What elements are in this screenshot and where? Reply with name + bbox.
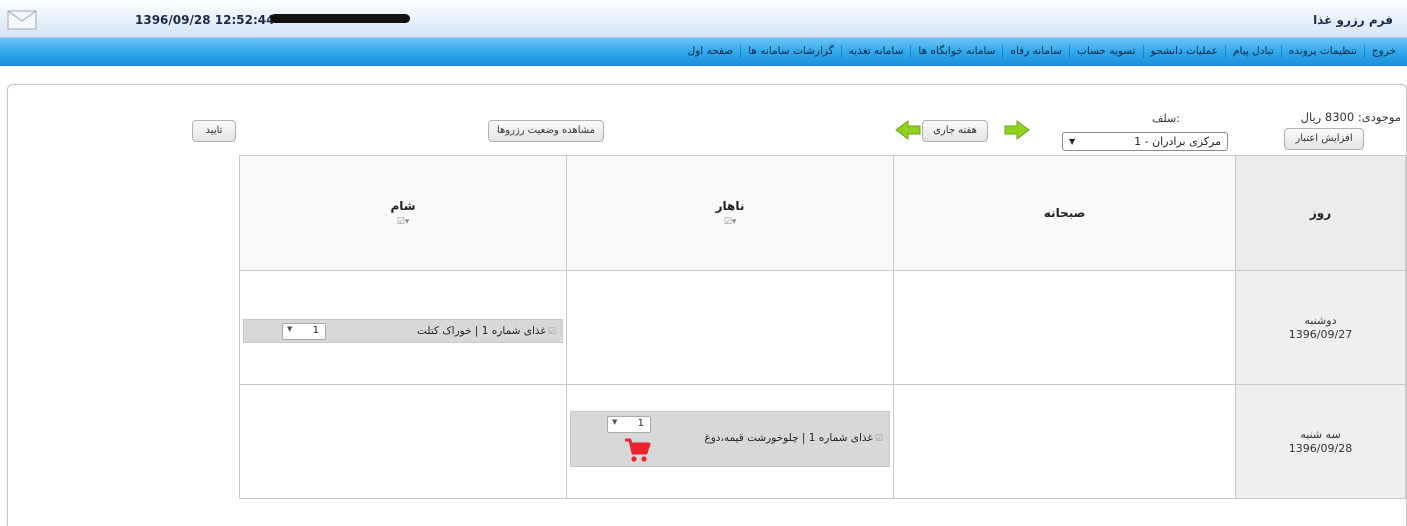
- breakfast-cell: [893, 270, 1236, 385]
- checkbox-icon[interactable]: ☑: [875, 434, 883, 444]
- quantity-select[interactable]: 1 ▼: [282, 323, 326, 340]
- confirm-button[interactable]: تایید: [192, 120, 236, 142]
- balance-label: موجودی:: [1357, 110, 1401, 124]
- select-all-dinner-checkbox[interactable]: ☑▾: [397, 217, 410, 227]
- main-menu: صفحه اول گزارشات سامانه ها سامانه تغذیه …: [681, 38, 1403, 65]
- chevron-down-icon: ▼: [612, 417, 618, 426]
- menu-welfare[interactable]: سامانه رفاه: [1003, 38, 1069, 65]
- menu-divider: [740, 45, 742, 58]
- menu-home[interactable]: صفحه اول: [681, 38, 741, 65]
- shopping-cart-icon[interactable]: [623, 436, 651, 464]
- quantity-value: 1: [637, 417, 644, 429]
- select-all-lunch-checkbox[interactable]: ☑▾: [724, 217, 737, 227]
- lunch-cell: [566, 270, 894, 385]
- meal-item[interactable]: ☑غذای شماره 1 | خوراک کتلت 1 ▼: [243, 319, 563, 343]
- menu-divider: [910, 45, 912, 58]
- menu-reports[interactable]: گزارشات سامانه ها: [741, 38, 840, 65]
- table-row: ☑غذای شماره 1 | خوراک کتلت 1 ▼ دوشنبه 13…: [239, 270, 1406, 385]
- header-breakfast: صبحانه: [893, 155, 1236, 271]
- menu-divider: [1068, 45, 1070, 58]
- current-week-button[interactable]: هفته جاری: [922, 120, 988, 142]
- table-header-row: شام ☑▾ ناهار ☑▾ صبحانه روز: [239, 155, 1406, 271]
- arrow-right-icon[interactable]: [1004, 120, 1030, 140]
- menu-divider: [1363, 45, 1365, 58]
- day-name: دوشنبه: [1304, 314, 1337, 327]
- current-datetime: 1396/09/28 12:52:44: [135, 13, 275, 27]
- menu-divider: [1002, 45, 1004, 58]
- menu-student-operations[interactable]: عملیات دانشجو: [1144, 38, 1226, 65]
- header-day: روز: [1235, 155, 1406, 271]
- checkbox-icon[interactable]: ☑: [548, 327, 556, 337]
- menu-divider: [840, 45, 842, 58]
- mail-icon[interactable]: [7, 10, 37, 30]
- increase-credit-button[interactable]: افزایش اعتبار: [1284, 128, 1364, 150]
- day-date: 1396/09/27: [1288, 328, 1353, 341]
- header-dinner: شام ☑▾: [239, 155, 567, 271]
- breakfast-cell: [893, 384, 1236, 499]
- day-cell: سه شنبه 1396/09/28: [1235, 384, 1406, 499]
- main-menu-bar: صفحه اول گزارشات سامانه ها سامانه تغذیه …: [0, 38, 1407, 66]
- chevron-down-icon: ▼: [287, 325, 293, 333]
- header-lunch: ناهار ☑▾: [566, 155, 894, 271]
- self-select[interactable]: مرکزی برادران - 1 ▼: [1062, 132, 1228, 151]
- arrow-left-icon[interactable]: [895, 120, 921, 140]
- menu-messages[interactable]: تبادل پیام: [1226, 38, 1281, 65]
- self-label: سلف:: [1152, 112, 1180, 125]
- meal-item-text: ☑غذای شماره 1 | خوراک کتلت: [417, 325, 556, 337]
- self-selected-value: مرکزی برادران - 1: [1134, 135, 1221, 148]
- page-title: فرم رزرو غذا: [1313, 13, 1393, 27]
- menu-logout[interactable]: خروج: [1365, 38, 1403, 65]
- menu-profile-settings[interactable]: تنظیمات پرونده: [1282, 38, 1364, 65]
- balance: موجودی: 8300 ریال: [1301, 110, 1401, 124]
- lunch-cell: ☑غذای شماره 1 | چلوخورشت قیمه،دوغ 1 ▼: [566, 384, 894, 499]
- quantity-select[interactable]: 1 ▼: [607, 415, 651, 433]
- day-cell: دوشنبه 1396/09/27: [1235, 270, 1406, 385]
- menu-divider: [1142, 45, 1144, 58]
- chevron-down-icon: ▼: [1069, 137, 1076, 146]
- balance-value: 8300 ریال: [1300, 110, 1355, 124]
- table-row: ☑غذای شماره 1 | چلوخورشت قیمه،دوغ 1 ▼ سه…: [239, 384, 1406, 499]
- meal-item-text: ☑غذای شماره 1 | چلوخورشت قیمه،دوغ: [704, 432, 883, 444]
- menu-dormitory[interactable]: سامانه خوابگاه ها: [911, 38, 1002, 65]
- dinner-cell: ☑غذای شماره 1 | خوراک کتلت 1 ▼: [239, 270, 567, 385]
- header-dinner-label: شام: [390, 199, 416, 213]
- menu-divider: [1280, 45, 1282, 58]
- top-bar: 1396/09/28 12:52:44 فرم رزرو غذا: [0, 0, 1407, 38]
- day-name: سه شنبه: [1300, 428, 1341, 441]
- redacted-username: [270, 14, 410, 23]
- header-lunch-label: ناهار: [715, 199, 745, 213]
- meal-item-label: غذای شماره 1 | چلوخورشت قیمه،دوغ: [704, 431, 873, 444]
- meal-item-label: غذای شماره 1 | خوراک کتلت: [416, 325, 546, 337]
- menu-settlement[interactable]: تسویه حساب: [1070, 38, 1143, 65]
- meal-item[interactable]: ☑غذای شماره 1 | چلوخورشت قیمه،دوغ 1 ▼: [570, 410, 890, 467]
- menu-divider: [1225, 45, 1227, 58]
- dinner-cell: [239, 384, 567, 499]
- view-reservations-button[interactable]: مشاهده وضعیت رزروها: [488, 120, 604, 142]
- menu-nutrition[interactable]: سامانه تغذیه: [842, 38, 911, 65]
- day-date: 1396/09/28: [1288, 442, 1353, 455]
- reservation-table: شام ☑▾ ناهار ☑▾ صبحانه روز ☑غذای شماره 1…: [239, 155, 1406, 499]
- quantity-value: 1: [312, 325, 319, 336]
